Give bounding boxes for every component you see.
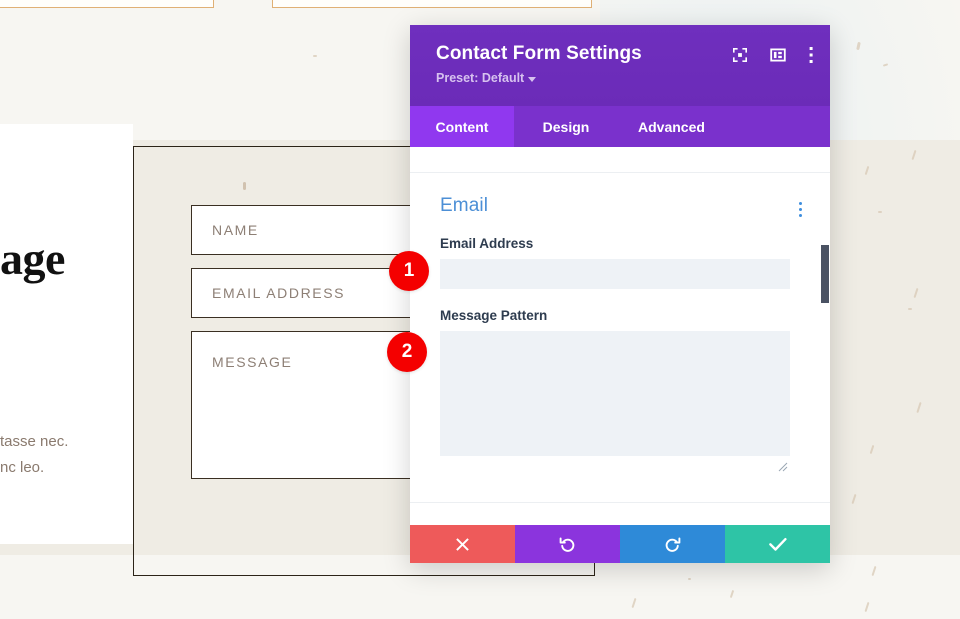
form-anchor-mark [243, 182, 246, 190]
redo-button[interactable] [620, 525, 725, 563]
email-address-label: Email Address [440, 236, 802, 251]
chevron-down-icon [528, 77, 536, 82]
intro-paragraph-line-1: tasse nec. [0, 429, 200, 455]
message-pattern-label: Message Pattern [440, 308, 802, 323]
body-bottom-divider [410, 502, 830, 503]
modal-footer [410, 525, 830, 563]
tab-content[interactable]: Content [410, 106, 514, 147]
textarea-resize-handle[interactable] [778, 459, 788, 469]
contact-form-settings-modal: Contact Form Settings Preset: Default [410, 25, 830, 563]
site-message-placeholder: MESSAGE [212, 354, 292, 370]
speck [865, 602, 870, 612]
cancel-button[interactable] [410, 525, 515, 563]
check-icon [769, 537, 787, 552]
preset-label: Preset: Default [436, 71, 524, 85]
modal-body: Email Email Address Message Pattern [410, 147, 830, 525]
undo-icon [559, 536, 576, 553]
speck [908, 308, 912, 310]
site-email-placeholder: EMAIL ADDRESS [212, 285, 345, 301]
speck [878, 211, 882, 213]
undo-button[interactable] [515, 525, 620, 563]
message-pattern-textarea[interactable] [440, 331, 790, 456]
section-title: Email [440, 195, 488, 217]
top-partial-box-left [0, 0, 214, 8]
tab-advanced[interactable]: Advanced [618, 106, 725, 147]
speck [872, 566, 877, 576]
modal-header: Contact Form Settings Preset: Default [410, 25, 830, 106]
more-options-icon[interactable] [808, 46, 814, 64]
modal-scrollbar-thumb[interactable] [821, 245, 829, 303]
modal-scrollbar[interactable] [821, 147, 830, 525]
close-icon [455, 537, 470, 552]
intro-paragraph-line-2: nc leo. [0, 455, 200, 481]
intro-paragraph: tasse nec. nc leo. [0, 429, 200, 481]
callout-badge-1: 1 [389, 251, 429, 291]
intro-card: age tasse nec. nc leo. [0, 124, 133, 544]
save-button[interactable] [725, 525, 830, 563]
top-partial-box-right [272, 0, 592, 8]
header-icon-group [732, 46, 814, 64]
modal-tabs: Content Design Advanced [410, 106, 830, 147]
speck [688, 578, 691, 580]
speck [883, 63, 888, 66]
intro-heading: age [0, 232, 65, 285]
screen: age tasse nec. nc leo. NAME EMAIL ADDRES… [0, 0, 960, 619]
preset-selector[interactable]: Preset: Default [436, 71, 808, 85]
section-more-options-icon[interactable] [799, 195, 802, 217]
speck [730, 590, 734, 598]
speck [856, 42, 861, 50]
email-section: Email Email Address Message Pattern [410, 173, 830, 456]
speck [313, 55, 317, 57]
fullscreen-icon[interactable] [732, 47, 748, 63]
callout-badge-2: 2 [387, 332, 427, 372]
tab-design[interactable]: Design [514, 106, 618, 147]
email-address-input[interactable] [440, 259, 790, 289]
speck [632, 598, 637, 608]
layout-panel-icon[interactable] [770, 47, 786, 63]
email-section-header: Email [440, 195, 802, 217]
collapsed-section-row[interactable] [410, 147, 830, 173]
site-name-placeholder: NAME [212, 222, 259, 238]
redo-icon [664, 536, 681, 553]
